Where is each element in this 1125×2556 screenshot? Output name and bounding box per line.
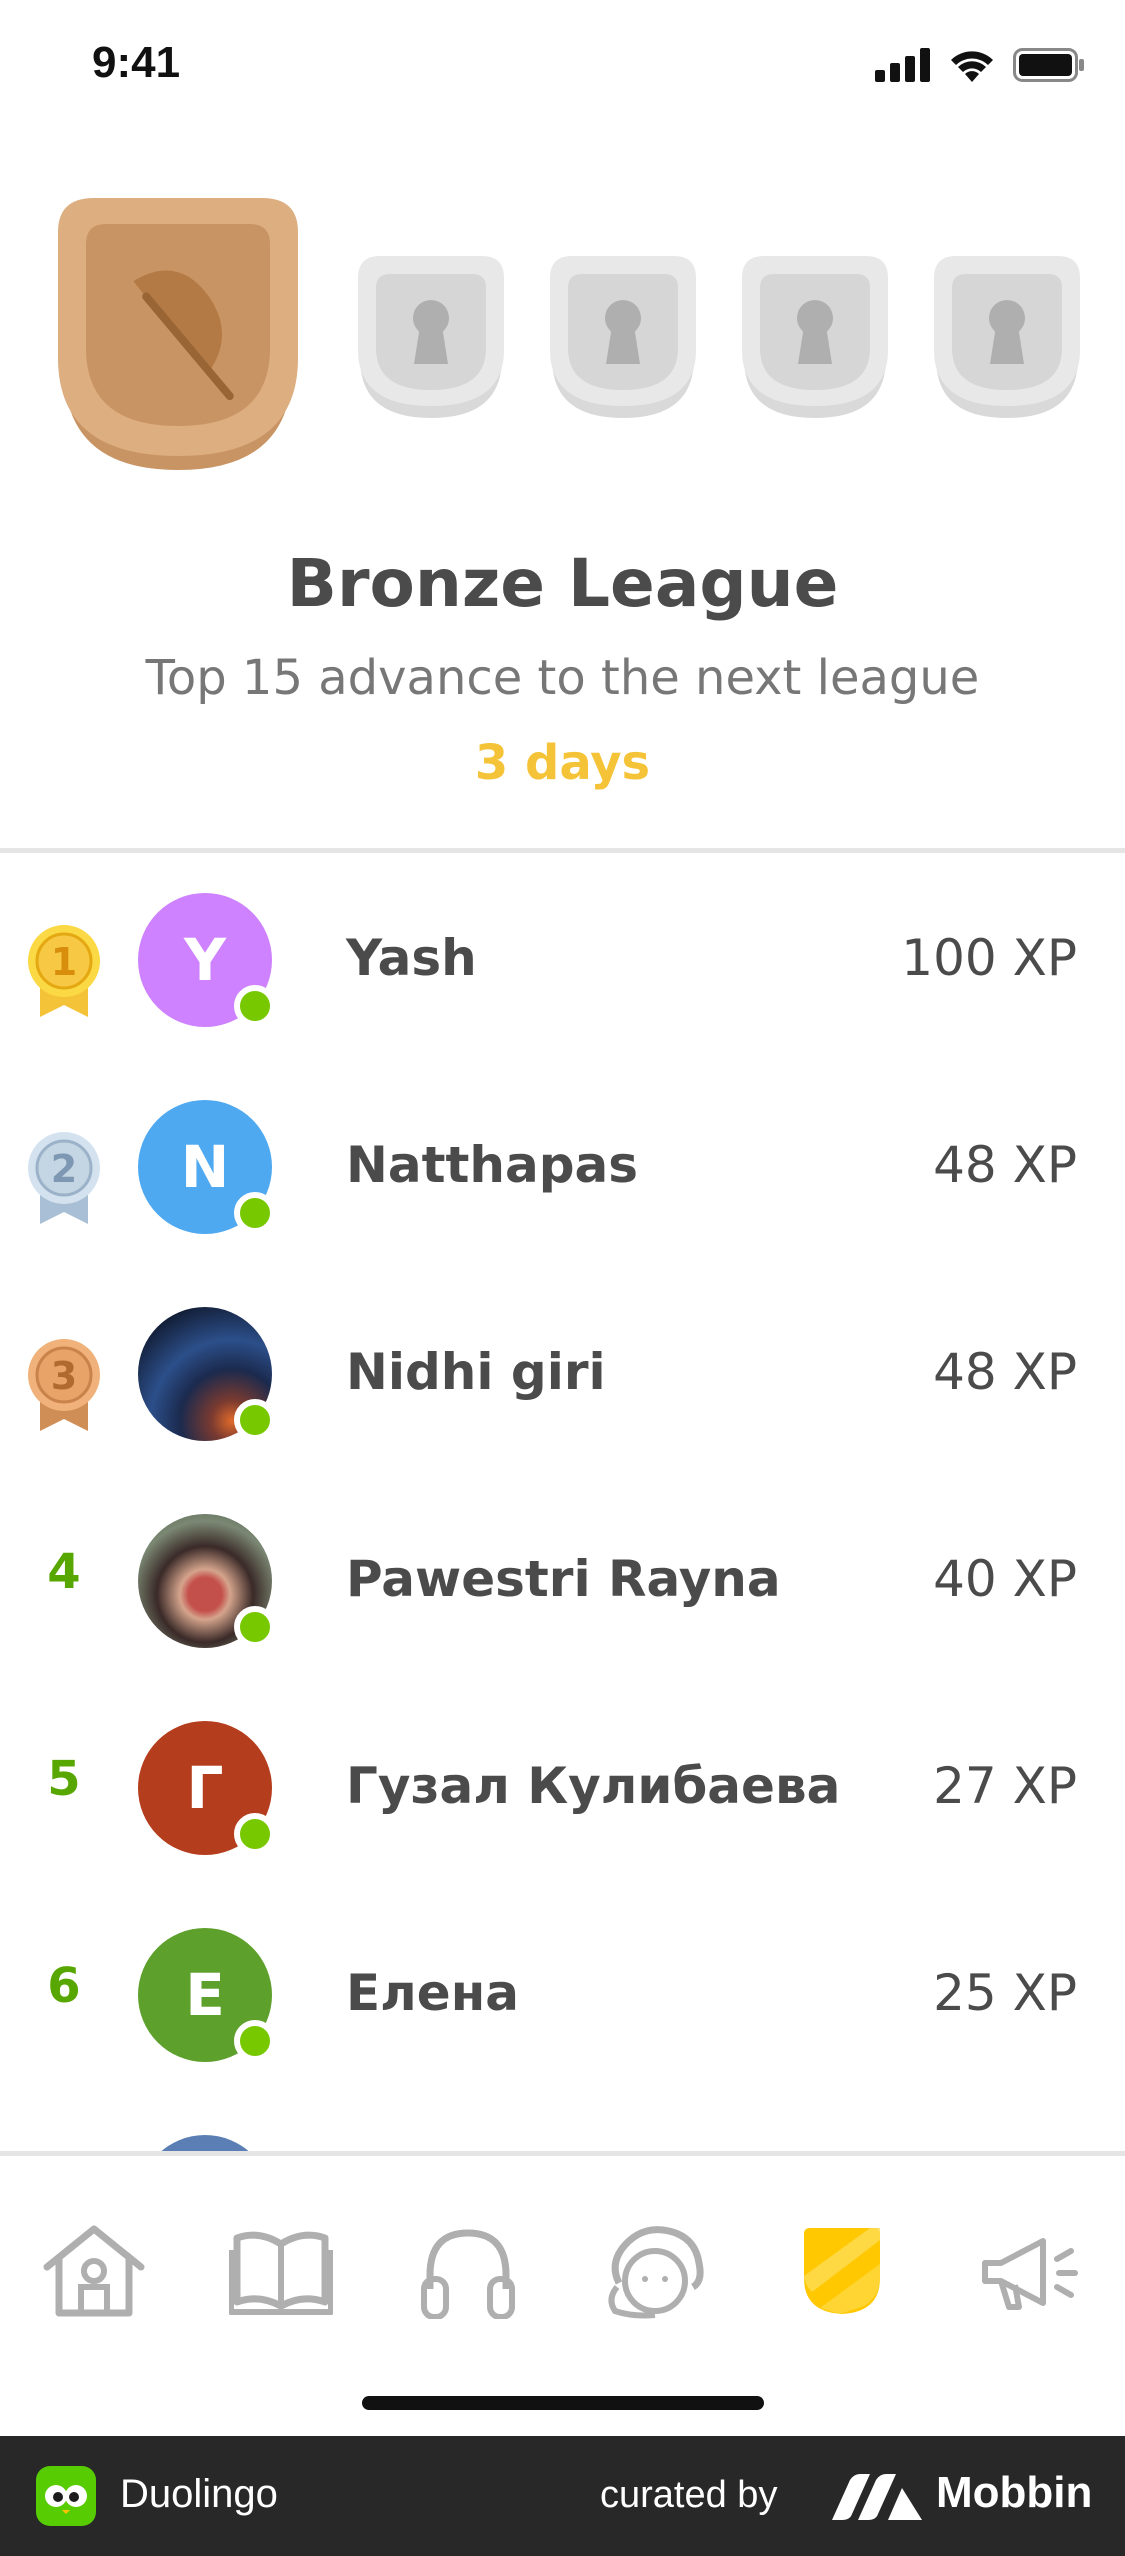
footer-curated-by: curated by [600, 2474, 778, 2516]
league-subtitle: Top 15 advance to the next league [145, 650, 980, 706]
leaderboard[interactable]: 1 Y Yash 100 XP 2 N Natthapas 48 XP 3 Ni… [0, 853, 1125, 2151]
avatar[interactable]: Е [138, 1928, 276, 2062]
time-left: 3 days [474, 735, 651, 791]
user-name: Pawestri Rayna [346, 1550, 781, 1608]
online-status-indicator [234, 1192, 276, 1234]
user-xp: 100 XP [901, 929, 1077, 987]
leaderboard-row[interactable]: 2 N Natthapas 48 XP [0, 1060, 1125, 1267]
leaderboard-row[interactable]: 4 Pawestri Rayna 40 XP [0, 1474, 1125, 1681]
tab-characters[interactable] [595, 2211, 715, 2331]
locked-league-badge-2 [550, 256, 696, 418]
league-badges-row [0, 198, 1125, 498]
user-xp: 27 XP [933, 1757, 1077, 1815]
character-icon [608, 2226, 704, 2319]
avatar[interactable]: Y [138, 893, 276, 1027]
online-status-indicator [234, 1399, 276, 1441]
tab-stories[interactable] [221, 2211, 341, 2331]
status-bar: 9:41 [0, 0, 1125, 140]
leaderboard-row[interactable]: 3 Nidhi giri 48 XP [0, 1267, 1125, 1474]
user-xp: 48 XP [933, 1343, 1077, 1401]
rank-number: 5 [47, 1751, 81, 1807]
user-xp: 48 XP [933, 1136, 1077, 1194]
leaderboard-row[interactable]: 6 Е Елена 25 XP [0, 1888, 1125, 2095]
user-xp: 25 XP [933, 1964, 1077, 2022]
svg-text:1: 1 [51, 940, 77, 984]
avatar-initial: Y [184, 926, 226, 994]
bronze-league-badge [58, 198, 298, 470]
avatar[interactable]: N [138, 1100, 276, 1234]
user-name: Гузал Кулибаева [346, 1757, 841, 1815]
locked-league-badge-3 [742, 256, 888, 418]
user-name: Елена [346, 1964, 519, 2022]
home-indicator[interactable] [362, 2396, 764, 2410]
locked-league-badge-4 [934, 256, 1080, 418]
user-name: Nidhi giri [346, 1343, 606, 1401]
silver-medal-icon: 2 [28, 1132, 100, 1224]
avatar[interactable]: Г [138, 1721, 276, 1855]
status-time: 9:41 [92, 38, 181, 87]
leaderboard-row[interactable]: 5 Г Гузал Кулибаева 27 XP [0, 1681, 1125, 1888]
user-xp: 40 XP [933, 1550, 1077, 1608]
footer-brand: Mobbin [936, 2468, 1093, 2517]
leaderboard-row[interactable] [0, 2095, 1125, 2151]
gold-medal-icon: 1 [28, 925, 100, 1017]
bronze-medal-icon: 3 [28, 1339, 100, 1431]
tab-bar [0, 2156, 1125, 2436]
tab-leaderboards[interactable] [782, 2211, 902, 2331]
avatar-photo[interactable] [138, 1307, 276, 1441]
book-icon [229, 2231, 333, 2315]
duolingo-logo-icon [36, 2466, 96, 2526]
avatar-initial: Г [186, 1754, 224, 1822]
home-icon [43, 2225, 145, 2317]
footer-app-name: Duolingo [120, 2472, 278, 2516]
svg-text:2: 2 [51, 1147, 77, 1191]
online-status-indicator [234, 1606, 276, 1648]
svg-text:3: 3 [51, 1354, 77, 1398]
online-status-indicator [234, 1813, 276, 1855]
cellular-signal-icon [875, 48, 930, 82]
online-status-indicator [234, 985, 276, 1027]
locked-league-badge-1 [358, 256, 504, 418]
tab-listening[interactable] [408, 2211, 528, 2331]
avatar-photo[interactable] [138, 1514, 276, 1648]
user-name: Natthapas [346, 1136, 639, 1194]
tab-news[interactable] [969, 2211, 1089, 2331]
online-status-indicator [234, 2020, 276, 2062]
avatar-photo[interactable] [138, 2135, 272, 2151]
wifi-icon [951, 51, 993, 82]
league-shield-icon [804, 2228, 880, 2314]
footer-bar: Duolingo curated by Mobbin [0, 2436, 1125, 2556]
battery-icon [1013, 48, 1084, 82]
megaphone-icon [982, 2238, 1078, 2310]
mobbin-logo-icon [832, 2474, 922, 2520]
league-title: Bronze League [286, 545, 839, 622]
rank-number: 4 [47, 1544, 81, 1600]
avatar-initial: N [180, 1133, 230, 1201]
user-name: Yash [346, 929, 477, 987]
headphones-icon [421, 2229, 515, 2319]
avatar-initial: Е [185, 1961, 225, 2029]
tab-home[interactable] [34, 2211, 154, 2331]
status-icons [875, 48, 1085, 82]
leaderboard-row[interactable]: 1 Y Yash 100 XP [0, 853, 1125, 1060]
rank-number: 6 [47, 1958, 81, 2014]
